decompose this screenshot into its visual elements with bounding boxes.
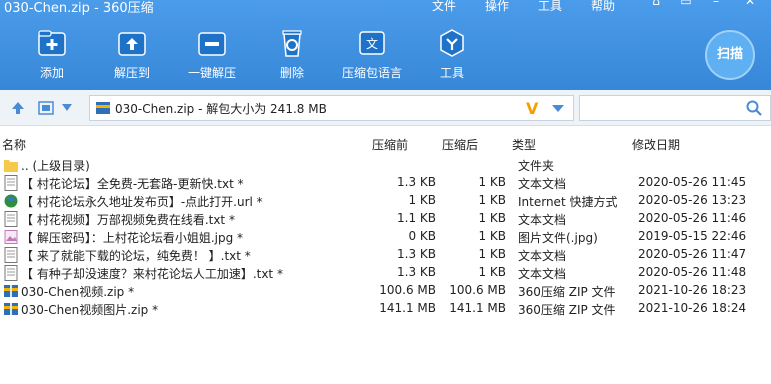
file-date: 2020-05-26 11:45 xyxy=(638,175,747,189)
delete-label: 删除 xyxy=(279,66,304,80)
column-header-after[interactable]: 压缩后 xyxy=(442,136,478,153)
size-after: 1 KB xyxy=(478,175,506,189)
one-click-extract-icon xyxy=(198,32,226,56)
path-field[interactable]: 030-Chen.zip - 解包大小为 241.8 MB V xyxy=(89,95,574,121)
language-icon: 文 xyxy=(359,31,385,55)
size-after: 1 KB xyxy=(478,247,506,261)
file-type: 文件夹 xyxy=(518,159,555,173)
column-header-type[interactable]: 类型 xyxy=(512,136,536,153)
up-arrow-icon[interactable] xyxy=(10,100,26,116)
file-date: 2021-10-26 18:23 xyxy=(638,283,747,297)
archive-language-label: 压缩包语言 xyxy=(341,66,402,80)
minimize-icon[interactable]: – xyxy=(706,0,726,8)
file-type: 文本文档 xyxy=(518,249,567,263)
table-row[interactable]: 【 村花视频】万部视频免费在线看.txt * 1.1 KB 1 KB 文本文档 … xyxy=(0,210,771,228)
file-type: 文本文档 xyxy=(518,177,567,191)
file-type: Internet 快捷方式 xyxy=(518,195,618,209)
one-click-extract-label: 一键解压 xyxy=(187,66,236,80)
file-type: 图片文件(.jpg) xyxy=(518,231,598,245)
path-text: 030-Chen.zip - 解包大小为 241.8 MB xyxy=(115,102,327,116)
table-row[interactable]: 【 村花论坛永久地址发布页】-点此打开.url * 1 KB 1 KB Inte… xyxy=(0,192,771,210)
home-icon[interactable]: ⌂ xyxy=(646,0,666,8)
view-mode-icon[interactable] xyxy=(38,100,54,116)
file-date: 2020-05-26 11:46 xyxy=(638,211,747,225)
file-type: 360压缩 ZIP 文件 xyxy=(518,303,616,317)
extract-to-icon xyxy=(118,32,146,56)
tools-label: 工具 xyxy=(439,66,464,80)
file-type: 文本文档 xyxy=(518,267,567,281)
table-row[interactable]: 030-Chen视频.zip * 100.6 MB 100.6 MB 360压缩… xyxy=(0,282,771,300)
restore-icon[interactable]: ▭ xyxy=(676,0,696,8)
vip-icon[interactable]: V xyxy=(526,99,544,118)
folder-icon xyxy=(4,160,18,172)
path-dropdown-icon[interactable] xyxy=(552,105,564,112)
column-header-name[interactable]: 名称 xyxy=(2,136,26,153)
column-header-modified[interactable]: 修改日期 xyxy=(632,136,680,153)
add-label: 添加 xyxy=(39,66,64,80)
size-after: 141.1 MB xyxy=(449,301,506,315)
file-date: 2020-05-26 11:48 xyxy=(638,265,747,279)
file-type: 360压缩 ZIP 文件 xyxy=(518,285,616,299)
address-bar: 030-Chen.zip - 解包大小为 241.8 MB V xyxy=(0,90,771,126)
table-row[interactable]: .. (上级目录) 文件夹 xyxy=(0,156,771,174)
recycle-bin-icon xyxy=(282,30,302,57)
view-dropdown-icon[interactable] xyxy=(62,104,72,112)
tools-icon xyxy=(440,29,464,57)
delete-button[interactable]: 删除 xyxy=(252,28,332,84)
size-after: 1 KB xyxy=(478,265,506,279)
add-button[interactable]: 添加 xyxy=(12,28,92,84)
close-icon[interactable]: ✕ xyxy=(740,0,760,8)
table-row[interactable]: 【 村花论坛】全免费-无套路-更新快.txt * 1.3 KB 1 KB 文本文… xyxy=(0,174,771,192)
archive-language-button[interactable]: 文 压缩包语言 xyxy=(332,28,412,84)
size-after: 1 KB xyxy=(478,211,506,225)
window-title: 030-Chen.zip - 360压缩 xyxy=(4,1,154,16)
size-after: 1 KB xyxy=(478,193,506,207)
title-toolbar-area: 030-Chen.zip - 360压缩 文件 操作 工具 帮助 ⌂ ▭ – ✕… xyxy=(0,0,771,90)
menu-tools[interactable]: 工具 xyxy=(538,0,562,14)
file-date: 2020-05-26 11:47 xyxy=(638,247,747,261)
scan-button[interactable]: 扫描 xyxy=(705,30,755,80)
file-name: .. (上级目录) xyxy=(21,159,90,173)
size-after: 100.6 MB xyxy=(449,283,506,297)
extract-to-button[interactable]: 解压到 xyxy=(92,28,172,84)
menu-help[interactable]: 帮助 xyxy=(591,0,615,14)
size-after: 1 KB xyxy=(478,229,506,243)
tools-button[interactable]: 工具 xyxy=(412,28,492,84)
menu-operation[interactable]: 操作 xyxy=(485,0,509,14)
file-date: 2020-05-26 13:23 xyxy=(638,193,747,207)
table-row[interactable]: 【 来了就能下载的论坛，纯免费！ 】.txt * 1.3 KB 1 KB 文本文… xyxy=(0,246,771,264)
zip-archive-icon xyxy=(96,102,110,114)
extract-to-label: 解压到 xyxy=(113,66,150,80)
table-row[interactable]: 【 解压密码】：上村花论坛看小姐姐.jpg * 0 KB 1 KB 图片文件(.… xyxy=(0,228,771,246)
file-type: 文本文档 xyxy=(518,213,567,227)
search-icon[interactable] xyxy=(746,100,762,116)
table-row[interactable]: 【 有种子却没速度？来村花论坛人工加速】.txt * 1.3 KB 1 KB 文… xyxy=(0,264,771,282)
file-date: 2019-05-15 22:46 xyxy=(638,229,747,243)
search-input[interactable] xyxy=(579,95,771,121)
file-date: 2021-10-26 18:24 xyxy=(638,301,747,315)
add-icon xyxy=(38,30,66,56)
file-list: .. (上级目录) 文件夹 【 村花论坛】全免费-无套路-更新快.txt * 1… xyxy=(0,156,771,318)
one-click-extract-button[interactable]: 一键解压 xyxy=(172,28,252,84)
column-header-before[interactable]: 压缩前 xyxy=(372,136,408,153)
svg-text:文: 文 xyxy=(366,36,378,51)
table-row[interactable]: 030-Chen视频图片.zip * 141.1 MB 141.1 MB 360… xyxy=(0,300,771,318)
menu-file[interactable]: 文件 xyxy=(432,0,456,14)
